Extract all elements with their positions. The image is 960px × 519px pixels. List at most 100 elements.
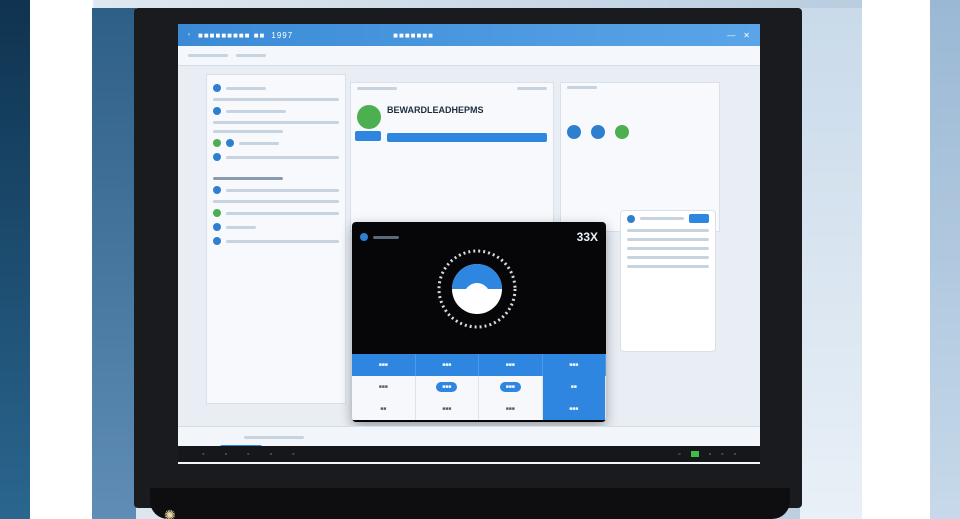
list-item[interactable]	[207, 104, 345, 118]
text-placeholder	[627, 265, 709, 268]
center-panel: BEWARDLEADHEPMS	[350, 82, 554, 232]
table-cell: ■■■	[479, 398, 543, 420]
desktop-wallpaper-left	[0, 0, 30, 519]
node-icon[interactable]	[591, 125, 605, 139]
status-row	[561, 122, 719, 142]
back-icon[interactable]: ‹	[188, 32, 190, 38]
address-placeholder: ■■■■■■■	[393, 31, 434, 40]
text-placeholder	[627, 256, 709, 259]
table-cell-highlight[interactable]: ■■■	[543, 398, 607, 420]
left-panel-header	[207, 81, 345, 95]
taskbar-icon[interactable]: ◦	[247, 451, 249, 458]
right-panel-header	[561, 83, 719, 92]
modal-dialog: 33X ■■■ ■■■ ■■■ ■■■ ■■■ ■■■ ■■■ ■■ ■■ ■■…	[352, 222, 606, 422]
text-placeholder	[226, 156, 339, 159]
text-placeholder	[213, 130, 283, 133]
list-item[interactable]	[207, 136, 345, 150]
text-placeholder	[244, 436, 304, 439]
status-badge[interactable]	[355, 131, 381, 141]
monitor-base	[150, 488, 790, 519]
loading-spinner-icon	[434, 246, 520, 332]
list-item[interactable]	[207, 220, 345, 234]
list-item[interactable]	[207, 150, 345, 164]
item-icon	[213, 186, 221, 194]
taskbar: ◦ ◦ ◦ ◦ ◦ ◦ ◦ ◦ ◦	[178, 446, 760, 462]
text-placeholder	[640, 217, 684, 220]
table-row[interactable]: ■■ ■■■ ■■■ ■■■	[352, 398, 606, 420]
dialog-close-icon[interactable]: 33X	[577, 230, 598, 244]
table-cell: ■■■	[416, 398, 480, 420]
item-icon	[213, 153, 221, 161]
column-header[interactable]: ■■■	[543, 354, 607, 376]
window-controls: — ✕	[727, 31, 750, 40]
list-item[interactable]	[207, 183, 345, 197]
close-icon[interactable]: ✕	[743, 31, 750, 40]
card-action-button[interactable]	[689, 214, 709, 223]
tray-icon[interactable]: ◦	[709, 451, 711, 458]
column-header[interactable]: ■■■	[479, 354, 543, 376]
tray-icon[interactable]: ◦	[734, 451, 736, 458]
cell-badge[interactable]: ■■■	[500, 382, 521, 392]
window-title-placeholder: ■■■■■■■■■ ■■	[198, 31, 265, 40]
background-left-strip	[92, 8, 136, 519]
monitor-screen: ‹ ■■■■■■■■■ ■■ 1997 ■■■■■■■ — ✕	[178, 24, 760, 464]
text-placeholder	[213, 200, 339, 203]
text-placeholder	[226, 240, 339, 243]
toolbar-placeholder	[236, 54, 266, 57]
page-margin-left	[30, 0, 92, 519]
cell-badge[interactable]: ■■■	[436, 382, 457, 392]
section-heading	[207, 174, 345, 183]
text-placeholder	[357, 87, 397, 90]
battery-icon	[691, 451, 699, 457]
table-cell: ■■■	[479, 376, 543, 398]
column-header[interactable]: ■■■	[416, 354, 480, 376]
taskbar-icon[interactable]: ◦	[224, 451, 226, 458]
detail-card	[620, 210, 716, 352]
text-placeholder	[517, 87, 547, 90]
detail-line	[621, 262, 715, 271]
window-titlebar: ‹ ■■■■■■■■■ ■■ 1997 ■■■■■■■ — ✕	[178, 24, 760, 46]
text-placeholder	[627, 247, 709, 250]
node-icon[interactable]	[567, 125, 581, 139]
column-header[interactable]: ■■■	[352, 354, 416, 376]
text-placeholder	[226, 189, 339, 192]
taskbar-icon[interactable]: ◦	[202, 451, 204, 458]
panel-icon	[213, 84, 221, 92]
item-icon	[213, 209, 221, 217]
table-cell: ■■■	[352, 376, 416, 398]
text-placeholder	[213, 98, 339, 101]
table-cell-highlight[interactable]: ■■	[543, 376, 607, 398]
minimize-icon[interactable]: —	[727, 31, 735, 40]
tray-icon[interactable]: ◦	[721, 451, 723, 458]
text-placeholder	[226, 226, 256, 229]
system-tray: ◦ ◦ ◦ ◦	[678, 451, 736, 458]
item-icon	[213, 223, 221, 231]
list-item[interactable]	[207, 95, 345, 104]
table-row[interactable]: ■■■ ■■■ ■■■ ■■	[352, 376, 606, 398]
table-header: ■■■ ■■■ ■■■ ■■■	[352, 354, 606, 376]
tray-icon[interactable]: ◦	[678, 451, 680, 458]
list-item[interactable]	[207, 118, 345, 127]
node-icon[interactable]	[615, 125, 629, 139]
text-placeholder	[226, 110, 286, 113]
list-item[interactable]	[207, 127, 345, 136]
table-cell: ■■■	[416, 376, 480, 398]
text-placeholder	[213, 177, 283, 180]
taskbar-icon[interactable]: ◦	[269, 451, 271, 458]
text-placeholder	[213, 121, 339, 124]
detail-line	[621, 235, 715, 244]
decorative-object: ✺	[164, 507, 218, 519]
text-placeholder	[226, 87, 266, 90]
card-icon	[627, 215, 635, 223]
list-item[interactable]	[207, 234, 345, 248]
center-panel-header	[351, 83, 553, 94]
list-item[interactable]	[207, 206, 345, 220]
detail-card-header	[621, 211, 715, 226]
taskbar-icon[interactable]: ◦	[292, 451, 294, 458]
primary-action-bar[interactable]	[387, 133, 547, 142]
background-right-strip	[800, 8, 862, 519]
list-item[interactable]	[207, 197, 345, 206]
status-icon	[213, 139, 221, 147]
table-cell: ■■	[352, 398, 416, 420]
page-margin-right	[862, 0, 930, 519]
